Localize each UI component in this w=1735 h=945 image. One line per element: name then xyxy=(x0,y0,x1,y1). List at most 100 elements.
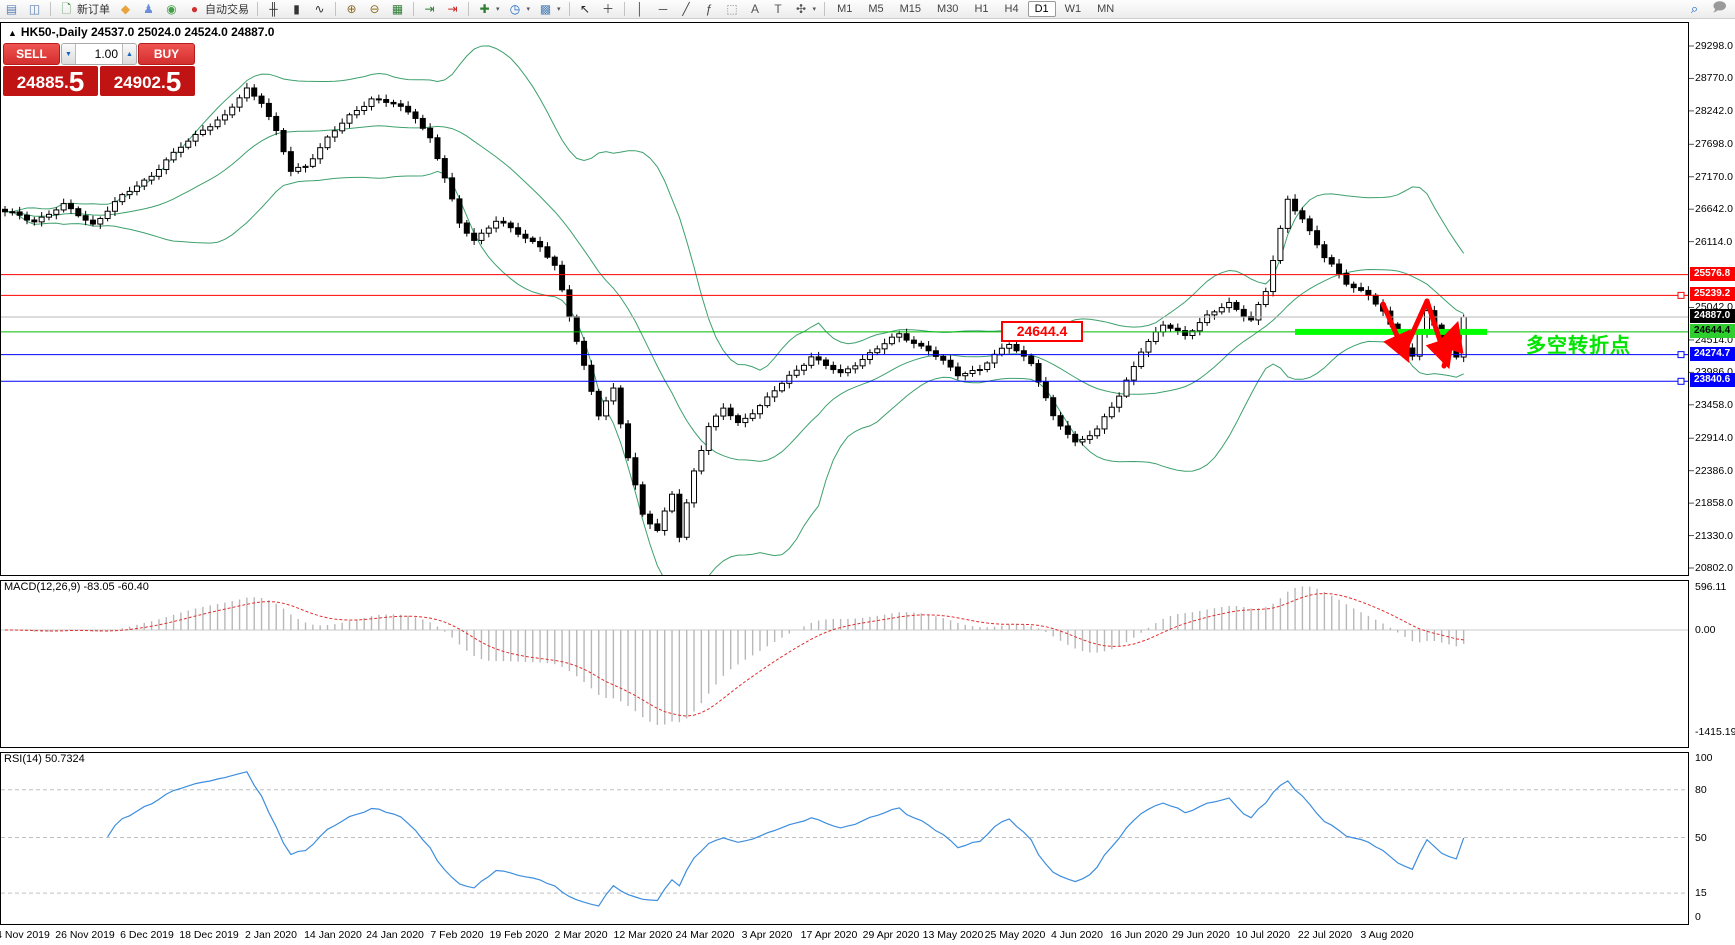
search-icon[interactable]: ⌕ xyxy=(1687,1,1702,17)
tile-windows-icon[interactable]: ▦ xyxy=(386,1,409,17)
price-tick-label: 20802.0 xyxy=(1695,561,1733,574)
autotrading-icon[interactable]: ● 自动交易 xyxy=(183,0,253,18)
volume-down-button[interactable]: ▼ xyxy=(62,44,76,64)
timeframe-m5-button[interactable]: M5 xyxy=(861,1,890,17)
date-label: 10 Jul 2020 xyxy=(1235,929,1291,941)
symbol-name: HK50-,Daily xyxy=(20,25,88,39)
buy-button[interactable]: BUY xyxy=(138,43,195,65)
toolbar-separator xyxy=(623,2,625,16)
chart-shift-icon: ⇥ xyxy=(447,2,458,16)
profile-icon[interactable]: ◫ xyxy=(23,1,46,17)
price-badge: 24887.0 xyxy=(1690,309,1735,323)
price-tick-label: 21858.0 xyxy=(1695,497,1733,510)
sell-price[interactable]: 24885. 5 xyxy=(3,66,98,96)
signals-icon[interactable]: ◉ xyxy=(160,1,183,17)
auto-scroll-icon[interactable]: ⇥ xyxy=(418,1,441,17)
history-center-icon[interactable]: ◆ xyxy=(114,1,137,17)
zoom-in-icon[interactable]: ⊕ xyxy=(340,1,363,17)
candle-chart-type-icon[interactable]: ▮ xyxy=(285,1,308,17)
line-chart-type-icon[interactable]: ∿ xyxy=(308,1,331,17)
date-label: 26 Nov 2019 xyxy=(55,929,115,941)
toolbar: ▤ ◫ 🗋 新订单 ◆ ♟ ◉ ● 自动交易 ╫ ▮ ∿ ⊕ ⊖ ▦ ⇥ ⇥ ✚ ▾ ◷ ▾ ▩ ▾ ↖ ＋ │ ─ ╱ ƒ ⬚ A T ✣ ▾ M… xyxy=(0,0,1735,19)
rsi-label: RSI(14) 50.7324 xyxy=(4,753,85,765)
new-order-icon[interactable]: 🗋 新订单 xyxy=(55,0,114,18)
zoom-out-icon[interactable]: ⊖ xyxy=(363,1,386,17)
toolbar-separator xyxy=(468,2,469,16)
arrows-icon: ✣ xyxy=(796,2,807,16)
macd-axis-label: 0.00 xyxy=(1695,624,1716,636)
timeframe-w1-button[interactable]: W1 xyxy=(1058,1,1089,17)
tile-windows-icon: ▦ xyxy=(391,2,404,16)
date-label: 3 Apr 2020 xyxy=(741,929,793,941)
trendline-icon: ╱ xyxy=(682,2,690,16)
date-label: 29 Apr 2020 xyxy=(862,929,920,941)
periods-icon: ◷ xyxy=(509,2,521,16)
sell-button[interactable]: SELL xyxy=(3,43,60,65)
terminal-icon[interactable]: ♟ xyxy=(137,1,160,17)
chart-windows-icon[interactable]: ▤ xyxy=(0,1,23,17)
turning-point-annotation[interactable]: 多空转折点 xyxy=(1526,329,1631,358)
autotrading-icon: ● xyxy=(190,2,199,16)
date-label: 7 Feb 2020 xyxy=(430,929,484,941)
dropdown-caret-icon[interactable]: ▾ xyxy=(496,5,500,13)
new-order-icon: 🗋 xyxy=(61,2,72,16)
timeframe-d1-button[interactable]: D1 xyxy=(1027,1,1056,17)
grid-icon[interactable]: ⬚ xyxy=(721,1,744,17)
text-label-icon[interactable]: T xyxy=(767,1,790,17)
main-chart-pane[interactable] xyxy=(0,22,1689,576)
volume-up-button[interactable]: ▲ xyxy=(122,44,136,64)
date-label: 22 Jul 2020 xyxy=(1297,929,1353,941)
bar-chart-type-icon[interactable]: ╫ xyxy=(262,1,285,17)
price-tick-label: 21330.0 xyxy=(1695,529,1733,542)
price-tick-label: 27698.0 xyxy=(1695,138,1733,151)
crosshair-icon[interactable]: ＋ xyxy=(597,1,620,17)
timeframe-m15-button[interactable]: M15 xyxy=(893,1,928,17)
horizontal-line-icon[interactable]: ─ xyxy=(652,1,675,17)
chat-icon[interactable]: 🗩 xyxy=(1712,0,1727,20)
timeframe-mn-button[interactable]: MN xyxy=(1090,1,1121,17)
toolbar-separator xyxy=(413,2,414,16)
price-badge: 24274.7 xyxy=(1690,346,1735,361)
buy-price-frac: 5 xyxy=(165,66,182,97)
profile-icon: ◫ xyxy=(28,2,41,16)
timeframe-m1-button[interactable]: M1 xyxy=(830,1,859,17)
horizontal-line-icon: ─ xyxy=(658,2,668,16)
vertical-line-icon[interactable]: │ xyxy=(629,1,652,17)
macd-pane[interactable] xyxy=(0,580,1689,748)
trendline-icon[interactable]: ╱ xyxy=(675,1,698,17)
rsi-axis-label: 15 xyxy=(1695,887,1707,900)
text-icon[interactable]: A xyxy=(744,1,767,17)
signals-icon: ◉ xyxy=(166,2,177,16)
line-chart-type-icon: ∿ xyxy=(314,2,325,16)
price-tick-label: 29298.0 xyxy=(1695,40,1733,52)
cursor-icon[interactable]: ↖ xyxy=(574,1,597,17)
ohlc-readout: 24537.0 25024.0 24524.0 24887.0 xyxy=(90,25,275,39)
price-badge: 23840.6 xyxy=(1690,373,1735,388)
date-label: 4 Nov 2019 xyxy=(0,929,50,941)
arrows-icon[interactable]: ✣ ▾ xyxy=(790,1,821,17)
timeframe-m30-button[interactable]: M30 xyxy=(930,1,965,17)
zoom-out-icon: ⊖ xyxy=(369,2,380,16)
dropdown-caret-icon[interactable]: ▾ xyxy=(527,5,531,13)
dropdown-caret-icon[interactable]: ▾ xyxy=(813,5,817,13)
rsi-pane[interactable] xyxy=(0,752,1689,925)
date-label: 2 Jan 2020 xyxy=(245,929,297,941)
price-tick-label: 23458.0 xyxy=(1695,398,1733,411)
chart-shift-icon[interactable]: ⇥ xyxy=(441,1,464,17)
timeframe-h4-button[interactable]: H4 xyxy=(998,1,1026,17)
dropdown-caret-icon[interactable]: ▾ xyxy=(557,5,561,13)
fibonacci-icon[interactable]: ƒ xyxy=(698,1,721,17)
periods-icon[interactable]: ◷ ▾ xyxy=(504,1,535,17)
volume-input[interactable] xyxy=(76,44,122,64)
autotrading-label: 自动交易 xyxy=(205,4,249,16)
add-indicator-icon: ✚ xyxy=(479,2,490,16)
sell-price-frac: 5 xyxy=(68,66,85,97)
templates-icon[interactable]: ▩ ▾ xyxy=(534,1,565,17)
toolbar-separator xyxy=(824,2,826,16)
buy-price[interactable]: 24902. 5 xyxy=(100,66,195,96)
price-level-text-box[interactable]: 24644.4 xyxy=(1001,321,1083,342)
timeframe-h1-button[interactable]: H1 xyxy=(967,1,995,17)
add-indicator-icon[interactable]: ✚ ▾ xyxy=(473,1,504,17)
price-badge: 24644.4 xyxy=(1690,323,1735,338)
date-label: 16 Jun 2020 xyxy=(1110,929,1168,941)
